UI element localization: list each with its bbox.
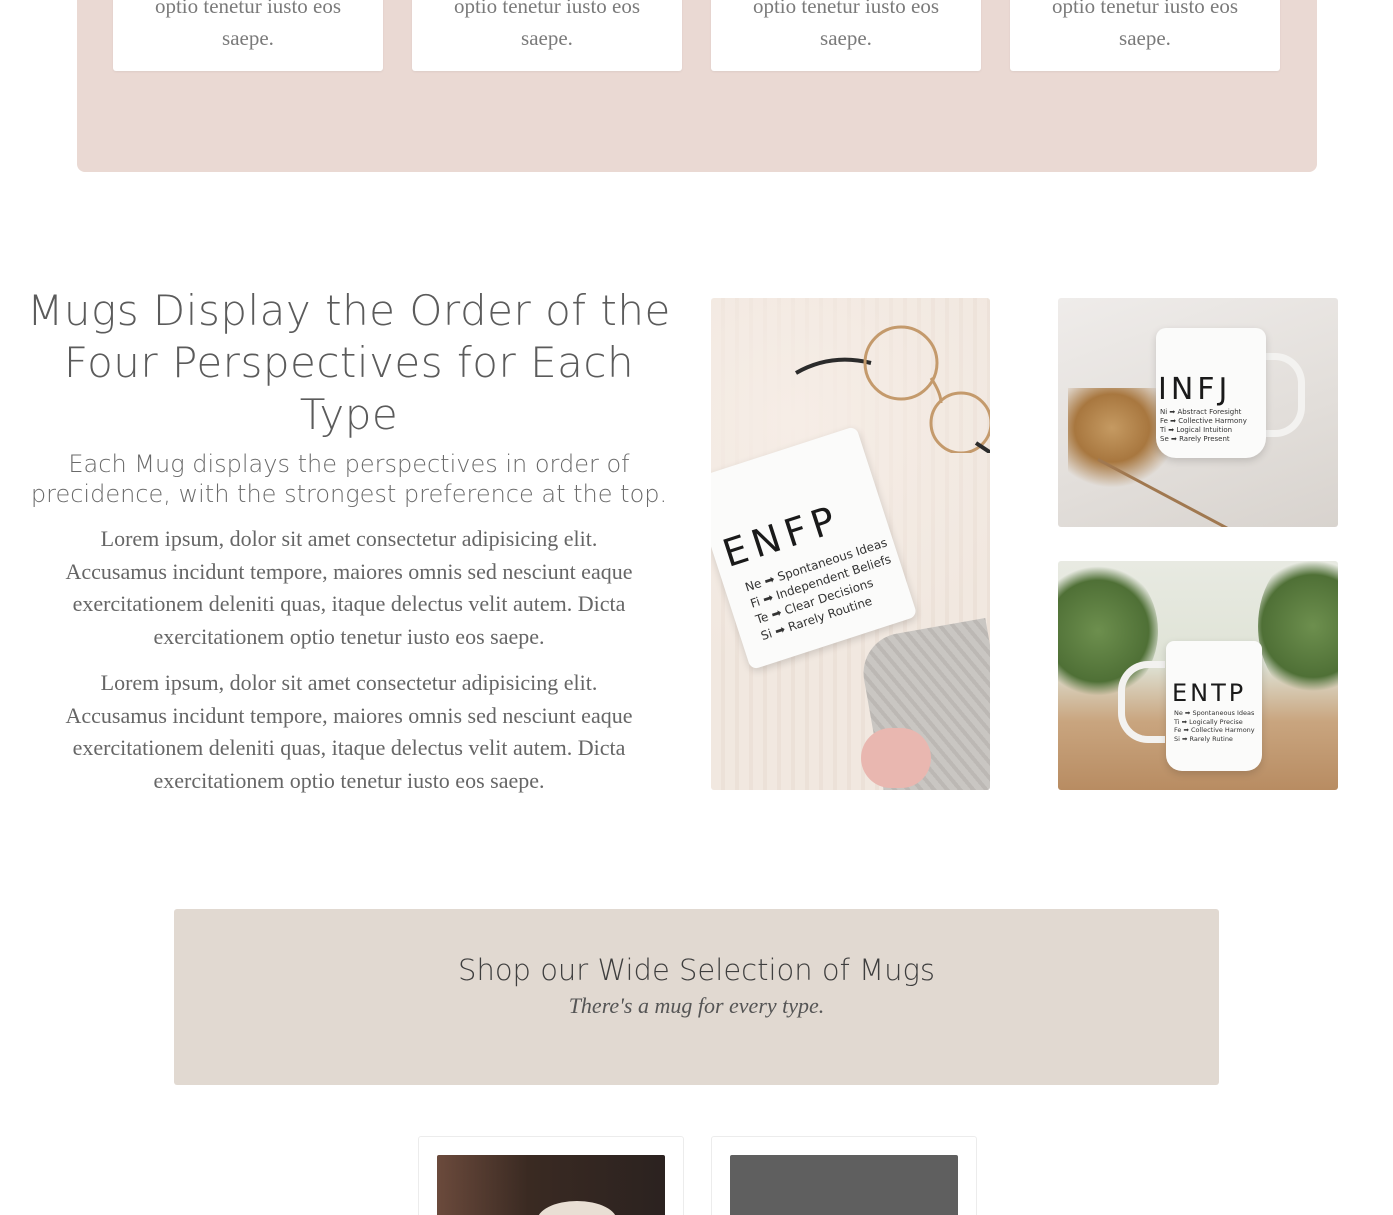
feature-card: optio tenetur iusto eos saepe. [1010,0,1280,71]
glasses-image [795,325,990,453]
entp-mug: ENTP Ne ➡ Spontaneous Ideas Ti ➡ Logical… [1166,641,1262,771]
shop-banner-title: Shop our Wide Selection of Mugs [458,953,935,987]
mug-type-label: ENTP [1172,679,1247,707]
feature-card-text: optio tenetur iusto eos saepe. [752,0,940,50]
feature-card-text: optio tenetur iusto eos saepe. [154,0,342,50]
feature-card: optio tenetur iusto eos saepe. [412,0,682,71]
feature-card-text: optio tenetur iusto eos saepe. [453,0,641,50]
product-card[interactable] [418,1136,684,1215]
feature-card: optio tenetur iusto eos saepe. [711,0,981,71]
feature-card-text: optio tenetur iusto eos saepe. [1051,0,1239,50]
product-card[interactable] [711,1136,977,1215]
mug-perspectives: Ne ➡ Spontaneous Ideas Ti ➡ Logically Pr… [1174,709,1255,743]
feature-card: optio tenetur iusto eos saepe. [113,0,383,71]
enfp-mug: ENFP Ne ➡ Spontaneous Ideas Fi ➡ Indepen… [711,425,918,671]
entp-mug-photo: ENTP Ne ➡ Spontaneous Ideas Ti ➡ Logical… [1058,561,1338,790]
shop-banner-tagline: There's a mug for every type. [568,993,825,1018]
mug-handle [1118,661,1165,743]
enfp-mug-photo: ENFP Ne ➡ Spontaneous Ideas Fi ➡ Indepen… [711,298,990,790]
coffee-cup-image [537,1201,617,1215]
mugs-paragraph: Lorem ipsum, dolor sit amet consectetur … [65,670,633,793]
mugs-paragraph: Lorem ipsum, dolor sit amet consectetur … [65,526,633,649]
infj-mug: INFJ Ni ➡ Abstract Foresight Fe ➡ Collec… [1156,328,1266,458]
plant-image [1258,561,1338,701]
mug-type-label: INFJ [1158,372,1232,407]
mugs-info: Mugs Display the Order of the Four Persp… [20,285,678,797]
mugs-subheading: Each Mug displays the perspectives in or… [30,450,668,508]
product-image[interactable] [437,1155,665,1215]
mugs-heading: Mugs Display the Order of the Four Persp… [27,286,671,439]
mug-perspectives: Ni ➡ Abstract Foresight Fe ➡ Collective … [1160,408,1247,443]
product-image[interactable] [730,1155,958,1215]
sock-toe-image [861,728,931,788]
shop-banner: Shop our Wide Selection of Mugs There's … [174,909,1219,1085]
infj-mug-photo: INFJ Ni ➡ Abstract Foresight Fe ➡ Collec… [1058,298,1338,527]
